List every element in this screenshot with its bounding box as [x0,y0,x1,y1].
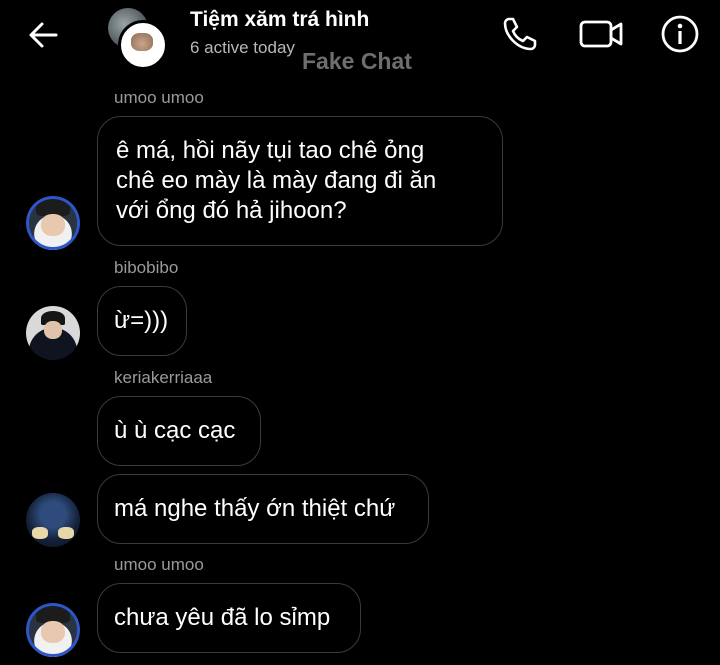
glasses-boy-avatar[interactable] [26,603,80,657]
jersey-boy-avatar[interactable] [26,306,80,360]
phone-icon[interactable] [500,14,540,54]
message-text-line: chê eo mày là mày đang đi ăn [116,167,437,194]
watermark: Fake Chat [302,48,412,74]
info-icon[interactable] [660,14,700,54]
message-sender: umoo umoo [114,555,204,574]
video-camera-icon[interactable] [578,14,624,54]
message-sender: bibobibo [114,258,179,277]
chat-screen: Tiệm xăm trá hình 6 active today Fake Ch… [0,0,720,665]
message-text: ù ù cạc cạc [114,417,236,444]
glasses-boy-avatar[interactable] [26,196,80,250]
active-status: 6 active today [190,38,295,57]
message-bubble[interactable]: ù ù cạc cạc [97,396,261,466]
message-text-line: với ổng đó hả jihoon? [116,197,347,224]
group-avatar-front [118,20,168,70]
group-avatar[interactable] [108,8,168,70]
blue-photo-avatar[interactable] [26,493,80,547]
message-bubble[interactable]: ừ=))) [97,286,187,356]
message-text: ừ=))) [114,307,169,334]
message-bubble[interactable]: chưa yêu đã lo sỉmp [97,583,361,653]
message-bubble[interactable]: má nghe thấy ớn thiệt chứ [97,474,429,544]
message-text-line: ê má, hồi nãy tụi tao chê ỏng [116,137,425,164]
back-arrow-icon[interactable] [26,18,60,52]
message-sender: keriakerriaaa [114,368,213,387]
chat-title[interactable]: Tiệm xăm trá hình [190,8,369,32]
message-sender: umoo umoo [114,88,204,107]
message-text: chưa yêu đã lo sỉmp [114,604,331,631]
message-text: má nghe thấy ớn thiệt chứ [114,495,396,522]
message-bubble[interactable]: ê má, hồi nãy tụi tao chê ỏng chê eo mày… [97,116,503,246]
